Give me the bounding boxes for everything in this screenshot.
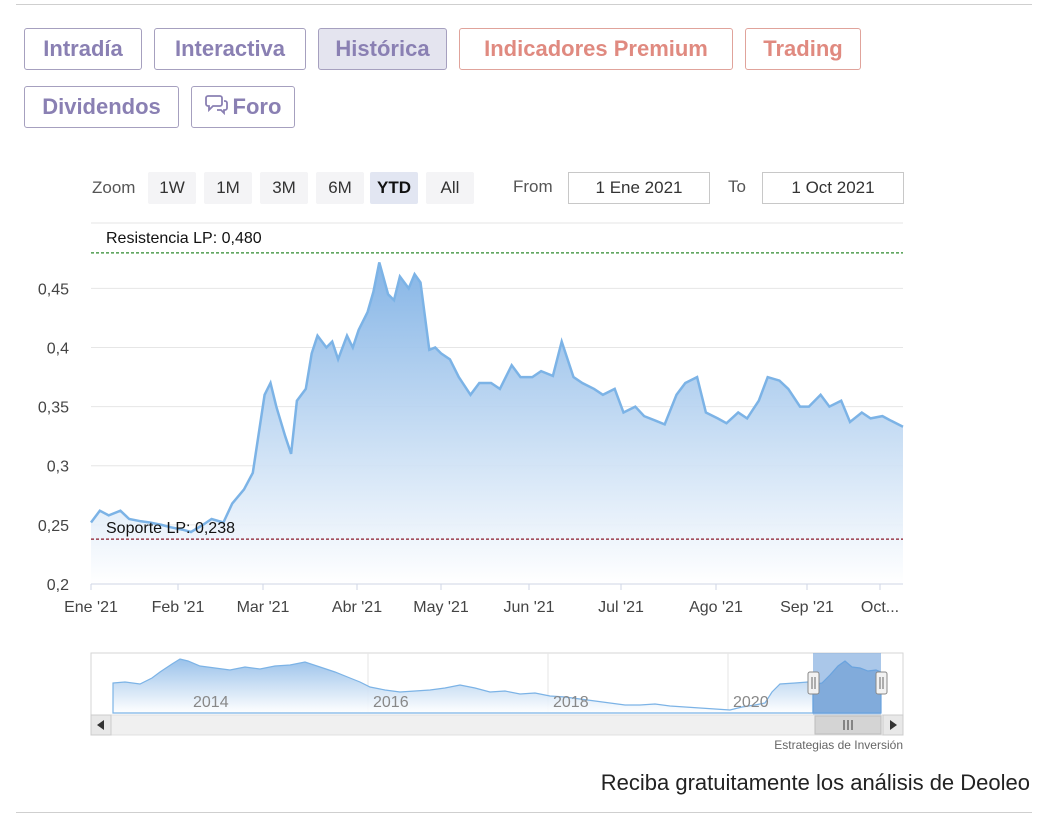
- y-tick-label: 0,4: [47, 341, 69, 358]
- promo-text[interactable]: Reciba gratuitamente los análisis de Deo…: [601, 770, 1030, 796]
- x-tick-label: Ene '21: [64, 599, 118, 616]
- navigator-tick: 2016: [373, 694, 409, 711]
- y-tick-label: 0,35: [38, 400, 69, 417]
- x-tick-label: Jun '21: [503, 599, 554, 616]
- y-tick-label: 0,3: [47, 459, 69, 476]
- x-tick-label: Abr '21: [332, 599, 382, 616]
- price-chart: 0,2 0,25 0,3 0,35 0,4 0,45 Resistencia LP: 0,…: [38, 222, 904, 736]
- navigator: 2014 2016 2018 2020: [90, 652, 904, 716]
- scrollbar-track[interactable]: [90, 714, 904, 736]
- navigator-left-handle[interactable]: [807, 671, 820, 695]
- scrollbar[interactable]: [90, 714, 904, 736]
- navigator-tick: 2014: [193, 694, 229, 711]
- x-tick-label: Mar '21: [237, 599, 290, 616]
- y-tick-label: 0,2: [47, 577, 69, 594]
- navigator-tick: 2020: [733, 694, 769, 711]
- x-tick-label: Ago '21: [689, 599, 743, 616]
- x-axis: Ene '21 Feb '21 Mar '21 Abr '21 May '21 Jun '…: [64, 584, 899, 616]
- y-tick-label: 0,45: [38, 281, 69, 298]
- x-tick-label: Oct...: [861, 599, 899, 616]
- x-tick-label: Jul '21: [598, 599, 644, 616]
- navigator-right-handle[interactable]: [875, 671, 888, 695]
- y-axis: 0,2 0,25 0,3 0,35 0,4 0,45: [38, 281, 69, 594]
- bottom-divider: [16, 812, 1032, 813]
- support-label: Soporte LP: 0,238: [106, 520, 235, 537]
- x-tick-label: Feb '21: [152, 599, 205, 616]
- x-tick-label: Sep '21: [780, 599, 834, 616]
- y-tick-label: 0,25: [38, 518, 69, 535]
- resistance-label: Resistencia LP: 0,480: [106, 230, 262, 247]
- navigator-tick: 2018: [553, 694, 589, 711]
- x-tick-label: May '21: [413, 599, 469, 616]
- chart-credits[interactable]: Estrategias de Inversión: [774, 738, 903, 752]
